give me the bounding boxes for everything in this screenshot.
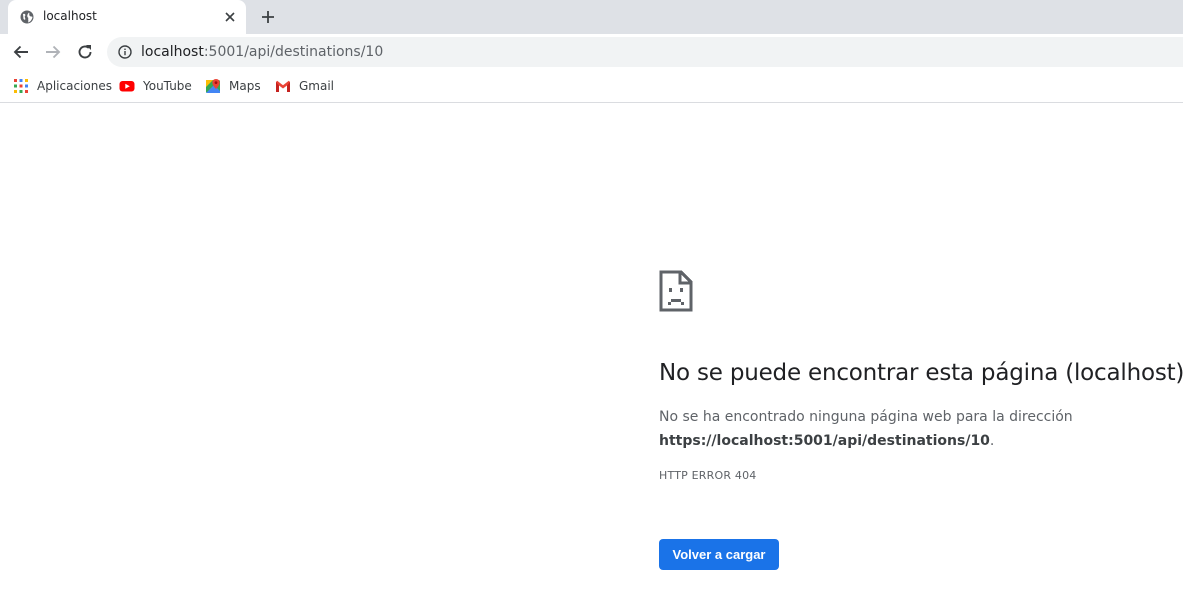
bookmark-label: Maps [229, 79, 261, 93]
bookmarks-bar: Aplicaciones YouTube Maps Gmail [0, 71, 1183, 103]
tab-strip: localhost [0, 0, 1183, 34]
error-description: No se ha encontrado ninguna página web p… [659, 405, 1159, 453]
error-description-text: No se ha encontrado ninguna página web p… [659, 409, 1073, 425]
maps-icon [206, 79, 220, 93]
url-host: localhost [141, 44, 204, 60]
bookmark-apps[interactable]: Aplicaciones [13, 77, 112, 95]
info-icon[interactable] [118, 45, 132, 59]
url-path: :5001/api/destinations/10 [203, 44, 384, 60]
arrow-forward-icon[interactable] [44, 43, 62, 61]
tab-title: localhost [43, 9, 97, 23]
sad-document-icon [659, 270, 693, 312]
youtube-icon [119, 81, 135, 92]
bookmark-youtube[interactable]: YouTube [119, 77, 192, 95]
globe-icon [20, 10, 34, 24]
reload-icon[interactable] [76, 43, 94, 61]
bookmark-label: Gmail [299, 79, 335, 93]
error-description-suffix: . [989, 433, 995, 449]
gmail-icon [276, 80, 290, 92]
browser-toolbar: localhost:5001/api/destinations/10 [0, 34, 1183, 71]
address-bar[interactable]: localhost:5001/api/destinations/10 [107, 37, 1183, 67]
error-title: No se puede encontrar esta página (local… [659, 360, 1183, 386]
close-icon[interactable] [224, 11, 236, 23]
bookmark-label: YouTube [143, 79, 192, 93]
url-text[interactable]: localhost:5001/api/destinations/10 [141, 44, 383, 60]
tab-localhost[interactable]: localhost [8, 0, 246, 34]
reload-button[interactable]: Volver a cargar [659, 539, 779, 570]
error-code: HTTP ERROR 404 [659, 469, 757, 482]
plus-icon[interactable] [260, 9, 276, 25]
bookmark-maps[interactable]: Maps [205, 77, 261, 95]
arrow-back-icon[interactable] [12, 43, 30, 61]
bookmark-label: Aplicaciones [37, 79, 112, 93]
bookmark-gmail[interactable]: Gmail [275, 77, 334, 95]
apps-grid-icon [14, 79, 28, 93]
error-url: https://localhost:5001/api/destinations/… [659, 433, 990, 449]
error-page: No se puede encontrar esta página (local… [0, 103, 1183, 608]
